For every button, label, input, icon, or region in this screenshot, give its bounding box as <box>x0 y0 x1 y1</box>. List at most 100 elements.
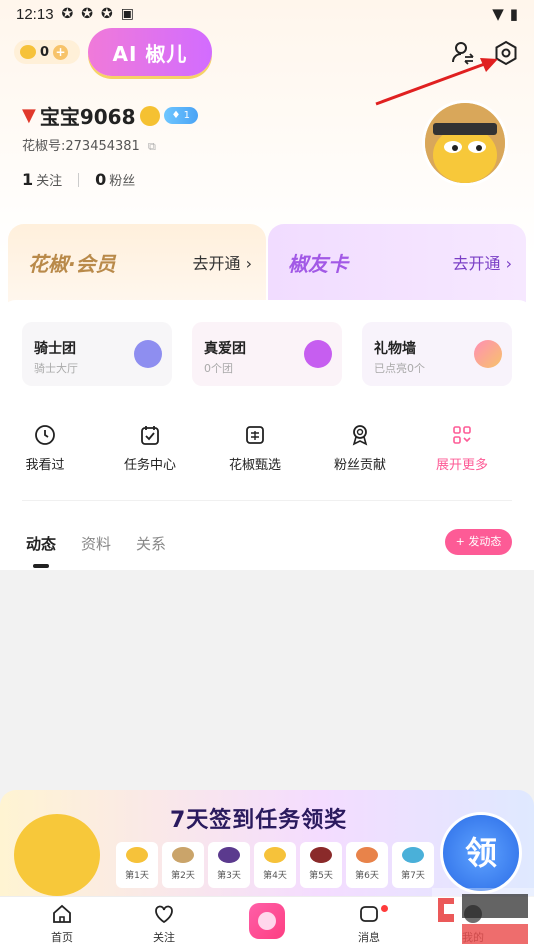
fries-icon: ▼ <box>22 105 36 126</box>
nav-messages[interactable]: 消息 <box>334 903 404 945</box>
tab-profile[interactable]: 资料 <box>81 533 111 554</box>
tab-relations[interactable]: 关系 <box>136 533 166 554</box>
gift-wall-sub: 已点亮0个 <box>374 362 425 375</box>
annotation-arrow <box>375 58 498 106</box>
knight-group-sub: 骑士大厅 <box>34 362 78 375</box>
reward-icon <box>402 847 424 863</box>
member-card[interactable]: 花椒·会员 去开通 › <box>8 224 266 304</box>
vip-level: 1 <box>183 110 191 121</box>
divider <box>78 172 80 187</box>
reward-icon <box>172 847 194 863</box>
day-reward: 第1天 <box>116 842 158 888</box>
reward-icon <box>264 847 286 863</box>
day-label: 第3天 <box>217 871 241 881</box>
day-reward: 第5天 <box>300 842 342 888</box>
quick-action-fans[interactable]: 粉丝贡献 <box>315 424 405 473</box>
home-icon <box>53 904 71 923</box>
app-notification-icon: ✪ <box>101 6 113 22</box>
quick-action-more[interactable]: 展开更多 <box>417 424 507 473</box>
user-id[interactable]: 花椒号:273454381 ⧉ <box>22 135 156 154</box>
site-watermark-logo <box>432 888 534 950</box>
shield-icon <box>134 340 162 368</box>
clock-icon <box>35 425 55 445</box>
avatar[interactable] <box>422 100 508 186</box>
day-reward: 第4天 <box>254 842 296 888</box>
true-love-card[interactable]: 真爱团 0个团 <box>192 322 342 386</box>
nav-follow[interactable]: 关注 <box>129 903 199 945</box>
reward-icon <box>310 847 332 863</box>
wifi-icon: ▼ <box>492 5 504 23</box>
quick-action-label: 展开更多 <box>435 458 488 473</box>
nickname-row: ▼ 宝宝9068 ♦ 1 <box>22 101 199 130</box>
member-card-title: 花椒·会员 <box>28 252 116 276</box>
day-reward: 第7天 <box>392 842 434 888</box>
post-moment-button[interactable]: + 发动态 <box>445 529 512 555</box>
day-label: 第4天 <box>263 871 287 881</box>
fans-count: 0 <box>95 170 107 189</box>
add-coin-icon[interactable]: + <box>53 44 69 60</box>
active-tab-indicator <box>33 564 49 568</box>
tab-moments[interactable]: 动态 <box>26 533 56 554</box>
following-label: 关注 <box>36 174 63 189</box>
camera-icon <box>258 912 276 930</box>
quick-action-label: 任务中心 <box>123 458 176 473</box>
divider <box>22 500 512 501</box>
task-icon <box>141 426 159 445</box>
follow-stats: 1 关注 0 粉丝 <box>22 170 135 189</box>
coin-balance[interactable]: 0 + <box>14 40 80 64</box>
day-label: 第5天 <box>309 871 333 881</box>
ai-assistant-button[interactable]: AI 椒儿 <box>88 28 212 76</box>
coin-count: 0 <box>40 44 50 60</box>
day-label: 第7天 <box>401 871 425 881</box>
medal-icon <box>352 425 368 446</box>
following-stat[interactable]: 1 关注 <box>22 170 62 189</box>
gift-wall-title: 礼物墙 <box>374 341 416 357</box>
go-live-button[interactable] <box>249 903 285 939</box>
gift-wall-card[interactable]: 礼物墙 已点亮0个 <box>362 322 512 386</box>
fans-stat[interactable]: 0 粉丝 <box>95 170 135 189</box>
moon-badge-icon <box>139 105 160 126</box>
unread-dot <box>381 905 388 912</box>
quick-action-label: 花椒甄选 <box>228 458 281 473</box>
nav-label: 关注 <box>153 931 175 944</box>
reward-icon <box>218 847 240 863</box>
reward-icon <box>356 847 378 863</box>
heart-hands-icon <box>304 340 332 368</box>
nav-label: 首页 <box>51 931 73 944</box>
copy-icon[interactable]: ⧉ <box>148 140 156 153</box>
vip-badge: ♦ 1 <box>163 107 199 124</box>
quick-action-tasks[interactable]: 任务中心 <box>105 424 195 473</box>
quick-action-label: 我看过 <box>25 458 65 473</box>
heart-icon <box>474 340 502 368</box>
nickname: 宝宝9068 <box>39 105 136 129</box>
following-count: 1 <box>22 170 34 189</box>
fans-label: 粉丝 <box>109 174 136 189</box>
friend-card[interactable]: 椒友卡 去开通 › <box>268 224 526 304</box>
mascot-icon <box>14 814 100 896</box>
quick-action-selection[interactable]: 花椒甄选 <box>210 424 300 473</box>
nav-home[interactable]: 首页 <box>27 903 97 945</box>
status-time: 12:13 <box>16 5 54 23</box>
day-reward: 第6天 <box>346 842 388 888</box>
message-icon <box>360 906 378 922</box>
avatar-character-icon <box>425 103 505 183</box>
day-reward: 第3天 <box>208 842 250 888</box>
day-label: 第2天 <box>171 871 195 881</box>
quick-action-label: 粉丝贡献 <box>333 458 386 473</box>
knight-group-title: 骑士团 <box>34 341 76 357</box>
grid-icon <box>453 426 471 444</box>
friend-card-title: 椒友卡 <box>288 252 348 276</box>
status-bar: 12:13 ✪ ✪ ✪ ▣ ▼ ▮ <box>0 0 534 28</box>
user-id-text: 花椒号:273454381 <box>22 139 140 154</box>
selection-icon <box>246 426 264 444</box>
coin-icon <box>20 45 36 59</box>
day-label: 第1天 <box>125 871 149 881</box>
friend-card-link[interactable]: 去开通 › <box>453 250 513 274</box>
day-reward: 第2天 <box>162 842 204 888</box>
knight-group-card[interactable]: 骑士团 骑士大厅 <box>22 322 172 386</box>
nav-label: 消息 <box>358 931 380 944</box>
member-card-link[interactable]: 去开通 › <box>193 250 253 274</box>
quick-action-history[interactable]: 我看过 <box>0 424 90 473</box>
banner-title: 7天签到任务领奖 <box>170 808 348 833</box>
reward-icon <box>126 847 148 863</box>
